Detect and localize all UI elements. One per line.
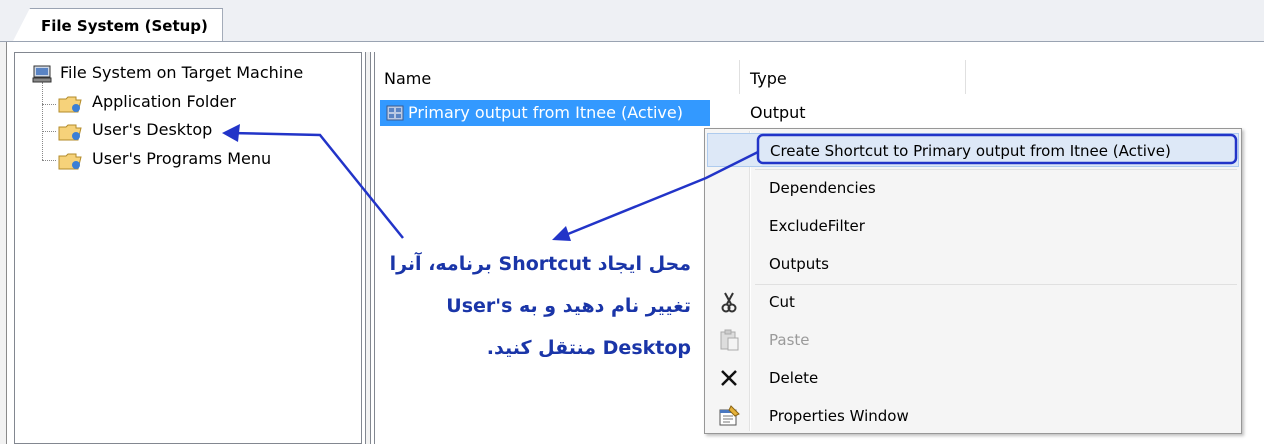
arrowhead-icon xyxy=(552,226,571,241)
annotation-line-2: تغییر نام دهید و به User's xyxy=(446,295,691,317)
arrow-from-menu xyxy=(562,150,759,238)
highlight-box xyxy=(756,133,1238,165)
annotation-line-1: محل ایجاد Shortcut برنامه، آنرا xyxy=(389,253,691,275)
annotation-line-3: Desktop منتقل کنید. xyxy=(486,337,691,359)
annotation-overlay xyxy=(222,124,1238,241)
arrow-to-desktop xyxy=(229,131,404,239)
arrowhead-icon xyxy=(222,124,240,142)
